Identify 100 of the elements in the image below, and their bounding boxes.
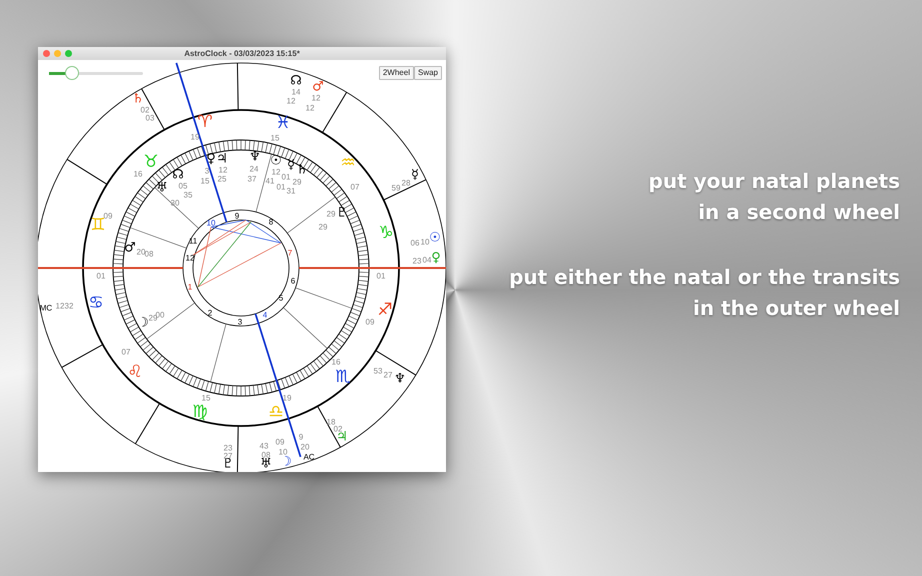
house-number: 8 <box>268 218 274 226</box>
degree-label: 15 <box>270 134 280 142</box>
zodiac-sign: ♐ <box>377 300 393 320</box>
zodiac-sign: ♒ <box>340 153 356 173</box>
degree-label: 27 <box>384 370 392 380</box>
zodiac-sign: ♍ <box>192 402 208 422</box>
planet-glyph: ♆ <box>394 372 406 386</box>
degree-label: 01 <box>376 272 386 280</box>
degree-label: 43 <box>260 442 268 450</box>
zoom-button[interactable] <box>65 50 72 57</box>
zodiac-sign: ♎ <box>268 402 284 422</box>
zodiac-sign: ♓ <box>275 113 291 133</box>
house-number: 9 <box>234 212 240 220</box>
zodiac-sign: ♏ <box>335 367 351 387</box>
caption-text: in the outer wheel <box>692 295 900 322</box>
degree-label: 12 <box>56 302 64 310</box>
degree-label: 16 <box>134 170 142 178</box>
caption-text: put either the natal or the transits <box>509 264 900 291</box>
degree-label: 15 <box>202 394 210 402</box>
degree-label: 12 <box>272 168 280 176</box>
angle-label: MC <box>40 304 52 312</box>
planet-glyph: ♂ <box>312 80 324 94</box>
zodiac-sign: ♊ <box>90 215 106 235</box>
toolbar-button[interactable]: 2Wheel <box>378 66 414 80</box>
degree-label: 25 <box>218 174 226 184</box>
degree-label: 32 <box>64 302 74 310</box>
degree-label: 9 <box>298 432 304 442</box>
degree-label: 09 <box>104 212 112 220</box>
degree-label: 02 <box>140 106 150 114</box>
degree-label: 18 <box>326 418 336 426</box>
degree-label: 09 <box>366 318 374 326</box>
degree-label: 12 <box>312 94 320 102</box>
degree-label: 29 <box>148 314 158 322</box>
planet-glyph: ♆ <box>249 150 261 164</box>
planet-glyph: ☊ <box>172 168 184 182</box>
degree-label: 03 <box>146 114 154 122</box>
degree-label: 12 <box>218 166 228 174</box>
degree-label: 35 <box>184 190 192 200</box>
degree-label: 20 <box>136 248 146 256</box>
degree-label: 07 <box>122 348 130 356</box>
degree-label: 30 <box>170 198 180 208</box>
degree-label: 05 <box>178 182 188 190</box>
minimize-button[interactable] <box>54 50 61 57</box>
degree-label: 12 <box>286 96 296 106</box>
zodiac-sign: ♌ <box>127 362 143 382</box>
degree-label: 19 <box>282 394 292 402</box>
degree-label: 29 <box>318 222 328 232</box>
degree-label: 31 <box>286 186 296 196</box>
degree-label: 00 <box>156 310 164 320</box>
degree-label: 01 <box>276 182 286 192</box>
zodiac-sign: ♋ <box>88 293 104 313</box>
house-number: 11 <box>188 236 198 246</box>
degree-label: 29 <box>292 178 302 186</box>
zodiac-sign: ♉ <box>143 152 159 172</box>
house-number: 10 <box>206 218 216 228</box>
zodiac-sign: ♑ <box>378 223 394 243</box>
degree-label: 10 <box>278 448 288 456</box>
degree-label: 08 <box>144 250 154 258</box>
window-title: AstroClock - 03/03/2023 15:15* <box>184 48 300 60</box>
planet-glyph: ♀ <box>431 250 441 266</box>
degree-label: 14 <box>292 88 300 96</box>
caption-text: in a second wheel <box>698 199 900 226</box>
degree-label: 07 <box>350 182 360 192</box>
degree-label: 12 <box>306 104 314 112</box>
caption-text: put your natal planets <box>648 168 900 195</box>
degree-label: 08 <box>262 450 270 460</box>
degree-label: 04 <box>422 256 432 264</box>
degree-label: 37 <box>248 174 256 184</box>
degree-label: 16 <box>332 358 340 366</box>
planet-glyph: ☽ <box>137 316 149 330</box>
degree-label: 19 <box>190 132 200 142</box>
toolbar-button[interactable]: Swap <box>414 66 442 80</box>
planet-glyph: ♅ <box>156 180 168 196</box>
degree-label: 01 <box>282 172 290 182</box>
planet-glyph: ☿ <box>411 168 419 182</box>
planet-glyph: ♅ <box>260 456 272 472</box>
planet-glyph: ☽ <box>280 454 292 470</box>
house-number: 2 <box>208 308 212 318</box>
zodiac-sign: ♈ <box>197 112 213 132</box>
house-number: 5 <box>278 294 284 302</box>
planet-glyph: ☉ <box>429 230 441 246</box>
degree-label: 41 <box>266 176 274 186</box>
degree-label: 24 <box>250 164 258 174</box>
degree-label: 20 <box>300 442 310 452</box>
planet-glyph: ♃ <box>216 152 228 166</box>
degree-label: 23 <box>412 256 422 266</box>
degree-label: 29 <box>326 210 336 218</box>
degree-label: 09 <box>276 438 284 446</box>
degree-label: 01 <box>96 272 106 280</box>
planet-glyph: ☊ <box>290 74 302 88</box>
planet-glyph: ♄ <box>296 162 308 178</box>
degree-label: 15 <box>200 176 210 186</box>
degree-label: 53 <box>374 366 382 376</box>
degree-label: 10 <box>420 238 430 246</box>
planet-glyph: ♂ <box>124 240 136 256</box>
degree-label: 59 <box>392 184 400 192</box>
close-button[interactable] <box>43 50 50 57</box>
house-number: 4 <box>262 310 268 320</box>
house-number: 1 <box>188 282 192 292</box>
degree-label: 06 <box>410 238 420 248</box>
